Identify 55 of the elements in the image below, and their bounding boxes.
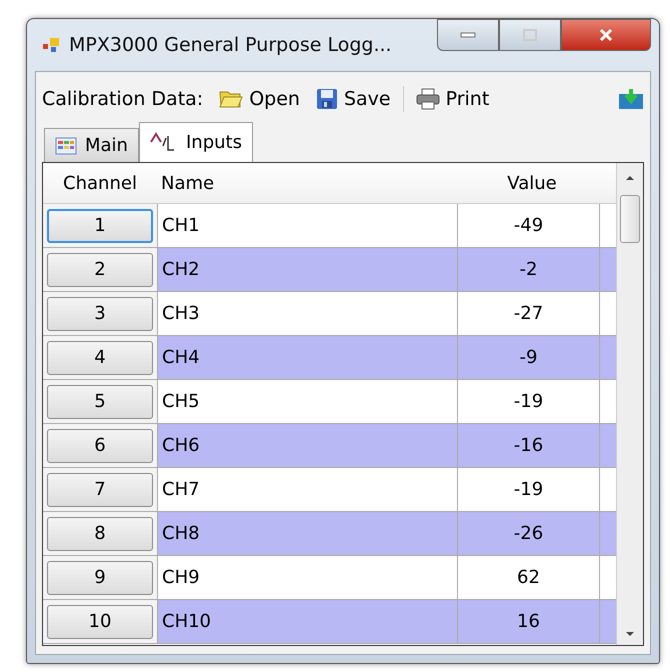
close-icon [598, 28, 614, 42]
table-cell: CH10 [158, 600, 458, 643]
channel-button[interactable]: 2 [47, 252, 153, 286]
download-icon[interactable] [618, 88, 644, 110]
table-cell: CH2 [158, 248, 458, 291]
channel-button[interactable]: 10 [47, 604, 153, 638]
grid-icon [55, 136, 77, 154]
table-cell: CH4 [158, 336, 458, 379]
maximize-icon [523, 29, 537, 41]
folder-icon [219, 89, 244, 109]
table-cell: -19 [458, 380, 600, 423]
table-cell: -27 [458, 292, 600, 335]
printer-icon [416, 88, 440, 110]
close-button[interactable] [561, 19, 651, 51]
scroll-down-icon[interactable] [625, 631, 635, 637]
table-cell: -2 [458, 248, 600, 291]
table-cell: CH6 [158, 424, 458, 467]
tab[interactable]: Inputs [138, 122, 253, 162]
table-cell: -26 [458, 512, 600, 555]
table-cell: CH8 [158, 512, 458, 555]
channel-button[interactable]: 3 [47, 296, 153, 330]
table-cell: -49 [458, 204, 600, 247]
tab[interactable]: Main [44, 128, 139, 162]
minimize-button[interactable] [437, 19, 499, 51]
channel-button[interactable]: 1 [47, 208, 153, 242]
table-cell: CH9 [158, 556, 458, 599]
window-title: MPX3000 General Purpose Logg... [69, 34, 392, 56]
table-cell: -9 [458, 336, 600, 379]
column-header[interactable]: Name [157, 172, 461, 194]
print-button[interactable]: Print [412, 86, 494, 112]
table-cell: 16 [458, 600, 600, 643]
open-button[interactable]: Open [215, 86, 304, 112]
column-header[interactable]: Value [461, 172, 603, 194]
channel-button[interactable]: 9 [47, 560, 153, 594]
column-header[interactable]: Channel [43, 172, 157, 194]
table-cell: CH3 [158, 292, 458, 335]
table-cell: CH5 [158, 380, 458, 423]
maximize-button[interactable] [499, 19, 561, 51]
channel-button[interactable]: 8 [47, 516, 153, 550]
table-cell: -16 [458, 424, 600, 467]
calibration-label: Calibration Data: [42, 88, 204, 110]
table-cell: CH7 [158, 468, 458, 511]
scroll-up-icon[interactable] [625, 175, 635, 181]
channel-button[interactable]: 7 [47, 472, 153, 506]
app-icon [43, 37, 61, 53]
channel-button[interactable]: 6 [47, 428, 153, 462]
save-button[interactable]: Save [312, 86, 395, 112]
table-cell: 62 [458, 556, 600, 599]
channel-button[interactable]: 5 [47, 384, 153, 418]
minimize-icon [460, 32, 476, 38]
scroll-thumb[interactable] [620, 195, 640, 243]
table-cell: CH1 [158, 204, 458, 247]
table-cell: -19 [458, 468, 600, 511]
channel-button[interactable]: 4 [47, 340, 153, 374]
scrollbar[interactable] [616, 163, 643, 645]
